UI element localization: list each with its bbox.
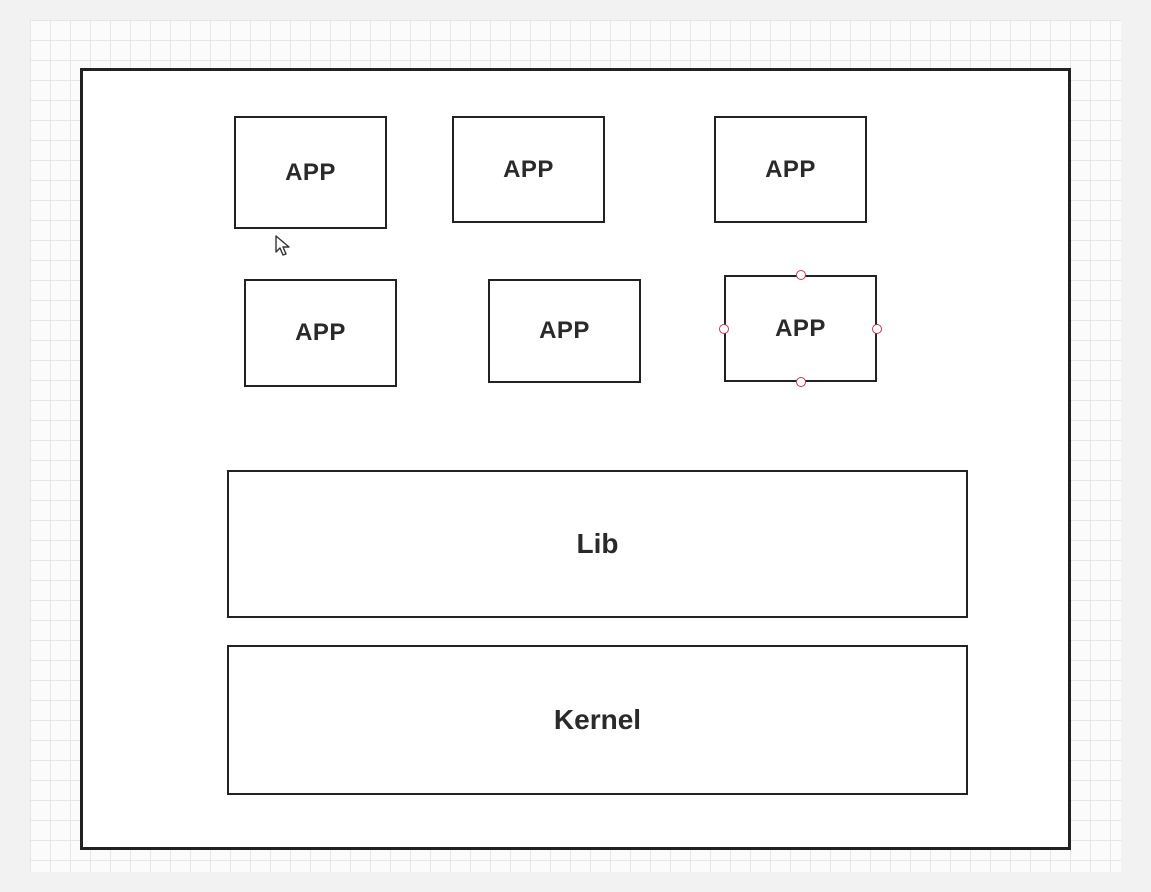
selection-handle-top[interactable] (796, 270, 806, 280)
diagram-canvas[interactable]: APP APP APP APP APP APP Lib Kernel (0, 0, 1151, 892)
app-box-2-label: APP (503, 156, 554, 184)
app-box-5-label: APP (539, 317, 590, 345)
kernel-box-label: Kernel (554, 704, 641, 736)
app-box-6-selected[interactable]: APP (724, 275, 877, 382)
kernel-box[interactable]: Kernel (227, 645, 968, 795)
app-box-2[interactable]: APP (452, 116, 605, 223)
lib-box[interactable]: Lib (227, 470, 968, 618)
app-box-1-label: APP (285, 159, 336, 187)
viewport: APP APP APP APP APP APP Lib Kernel (0, 0, 1151, 892)
app-box-5[interactable]: APP (488, 279, 641, 383)
app-box-6-label: APP (775, 315, 826, 343)
app-box-3[interactable]: APP (714, 116, 867, 223)
selection-handle-bottom[interactable] (796, 377, 806, 387)
selection-handle-right[interactable] (872, 324, 882, 334)
app-box-4[interactable]: APP (244, 279, 397, 387)
app-box-1[interactable]: APP (234, 116, 387, 229)
selection-handle-left[interactable] (719, 324, 729, 334)
app-box-3-label: APP (765, 156, 816, 184)
lib-box-label: Lib (577, 528, 619, 560)
app-box-4-label: APP (295, 319, 346, 347)
